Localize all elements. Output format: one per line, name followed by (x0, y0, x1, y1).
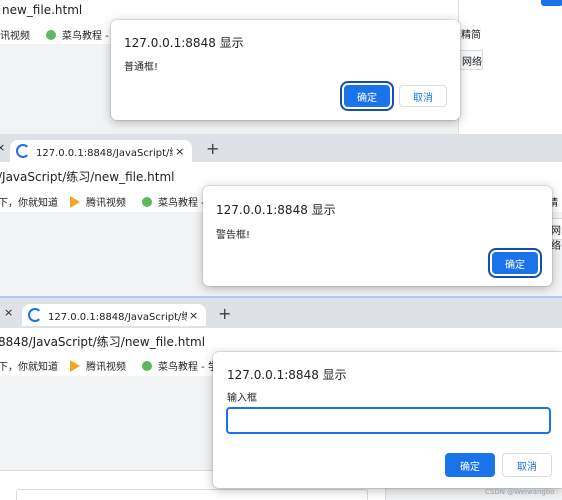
tab-close-icon[interactable]: × (187, 309, 200, 322)
address-bar-3[interactable]: 8848/JavaScript/练习/new_file.html (0, 328, 562, 352)
tab-active[interactable]: 127.0.0.1:8848/JavaScript/练习 × (22, 304, 206, 326)
loading-spinner-icon (16, 144, 30, 158)
prev-tab-close-icon[interactable]: × (4, 306, 13, 319)
dialog-title: 127.0.0.1:8848 显示 (216, 203, 336, 217)
address-text[interactable]: new_file.html (2, 3, 82, 17)
tab-strip-2: × 127.0.0.1:8848/JavaScript/练习 × + (0, 134, 562, 162)
ok-button[interactable]: 确定 (445, 453, 495, 477)
bookmark-item[interactable]: 腾讯视频 (86, 358, 126, 373)
prompt-dialog-3: 127.0.0.1:8848 显示 输入框 确定 取消 (213, 352, 562, 488)
runoob-icon (46, 29, 56, 40)
tab-title: 127.0.0.1:8848/JavaScript/练习 (48, 311, 188, 323)
side-box: 网络 (459, 50, 483, 70)
address-text[interactable]: /JavaScript/练习/new_file.html (0, 168, 175, 185)
dialog-message: 警告框! (216, 230, 251, 241)
cancel-button[interactable]: 取消 (399, 85, 447, 107)
tab-title: 127.0.0.1:8848/JavaScript/练习 (36, 147, 173, 159)
dialog-title: 127.0.0.1:8848 显示 (124, 36, 244, 50)
bookmark-item[interactable]: 菜鸟教程 - 学 (158, 358, 218, 373)
alert-dialog-2: 127.0.0.1:8848 显示 警告框! 确定 (203, 186, 552, 286)
bookmark-item[interactable]: 腾讯视频 (86, 194, 126, 209)
address-text[interactable]: 8848/JavaScript/练习/new_file.html (0, 333, 205, 350)
dialog-title: 127.0.0.1:8848 显示 (227, 368, 347, 382)
tencent-video-icon (70, 359, 80, 372)
prev-tab-close-icon[interactable]: × (0, 141, 5, 154)
new-tab-icon[interactable]: + (206, 139, 219, 158)
bookmark-item[interactable]: 下，你就知道 (0, 358, 58, 373)
prompt-input[interactable] (226, 407, 551, 434)
cancel-button[interactable]: 取消 (502, 453, 552, 477)
accent-button[interactable] (541, 0, 562, 6)
ok-button[interactable]: 确定 (344, 85, 390, 107)
runoob-icon (142, 360, 152, 371)
tencent-video-icon (70, 195, 80, 208)
tab-close-icon[interactable]: × (173, 145, 186, 158)
address-bar-1[interactable]: new_file.html (0, 0, 480, 22)
side-text: 精简 (461, 30, 481, 41)
tab-strip-3: × 127.0.0.1:8848/JavaScript/练习 × + (0, 296, 562, 328)
dialog-message: 普通框! (124, 62, 159, 73)
bookmark-item[interactable]: 下，你就知道 (0, 194, 58, 209)
runoob-icon (142, 196, 152, 207)
alert-dialog-1: 127.0.0.1:8848 显示 普通框! 确定 取消 (111, 20, 460, 120)
tab-active[interactable]: 127.0.0.1:8848/JavaScript/练习 × (10, 140, 192, 162)
ok-button[interactable]: 确定 (492, 252, 538, 274)
address-bar-2[interactable]: /JavaScript/练习/new_file.html (0, 162, 562, 188)
bookmark-item[interactable]: 讯视频 (0, 27, 30, 42)
lower-panel-box (16, 489, 368, 500)
dialog-message: 输入框 (227, 393, 257, 404)
background-window-right: 精简 网络 (458, 0, 562, 134)
loading-spinner-icon (28, 308, 42, 322)
watermark: CSDN @Weiwangbo (485, 488, 555, 496)
new-tab-icon[interactable]: + (218, 304, 231, 323)
